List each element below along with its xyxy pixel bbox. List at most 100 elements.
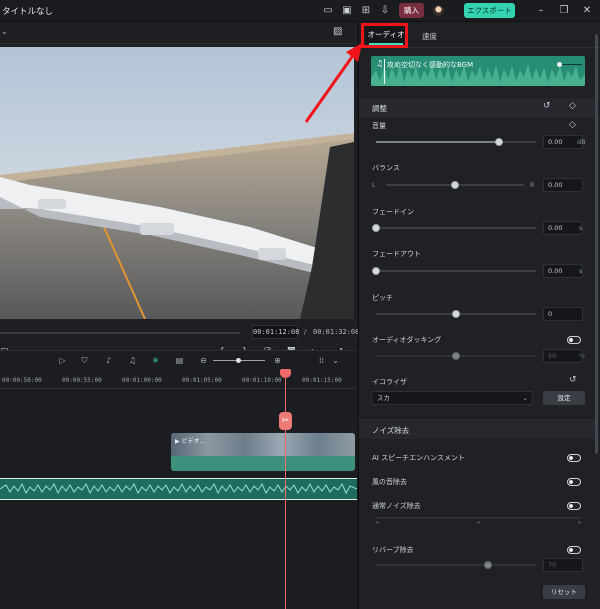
playhead-handle[interactable]: [280, 369, 291, 378]
ducking-toggle[interactable]: [567, 336, 581, 344]
chevron-down-icon[interactable]: ⌄: [1, 27, 8, 36]
fade-out-slider[interactable]: [376, 270, 536, 272]
music-name: 攻め空切なく感動的なBGM: [387, 61, 474, 69]
fade-in-slider-knob[interactable]: [372, 224, 380, 232]
pitch-label: ピッチ: [372, 294, 393, 302]
music-playhead: [384, 59, 385, 84]
playhead-line[interactable]: [285, 372, 286, 609]
ai-speech-toggle[interactable]: [567, 454, 581, 462]
timeline-toolbar: ▷ ⛉ ♪ ♫ ✳ ▤ ⊖ ⊕ ⁞⁞ ⌄: [0, 351, 357, 371]
fade-out-value[interactable]: 0.00: [543, 264, 583, 278]
volume-slider-knob[interactable]: [495, 138, 504, 146]
ruler-label: 00:01:15:00: [302, 377, 342, 384]
audio-track[interactable]: [0, 478, 358, 500]
audio-waveform: [0, 482, 358, 495]
zoom-out-icon[interactable]: ⊖: [198, 355, 209, 366]
caption-icon[interactable]: ▤: [174, 355, 185, 366]
grid-dots-icon[interactable]: ⁞⁞: [316, 355, 327, 366]
keyframe-icon[interactable]: ◇: [569, 101, 576, 111]
fade-out-slider-knob[interactable]: [372, 267, 380, 275]
export-label: エクスポート: [467, 6, 512, 15]
equalizer-label: イコライザ: [372, 378, 407, 386]
current-time: 00:01:12:08: [252, 325, 299, 339]
grid-icon[interactable]: ⊞: [360, 5, 372, 17]
fade-in-unit: s: [579, 224, 583, 232]
tab-speed[interactable]: 速度: [422, 31, 437, 42]
reverb-value[interactable]: 70: [543, 558, 583, 572]
equalizer-select[interactable]: スカ ⌄: [371, 391, 533, 405]
reverb-toggle[interactable]: [567, 546, 581, 554]
volume-unit: dB: [577, 138, 586, 146]
panel-scrollbar[interactable]: [595, 34, 598, 454]
fade-out-label: フェードアウト: [372, 250, 421, 258]
time-ruler[interactable]: 00:00:50:00 00:00:55:00 00:01:00:00 00:0…: [0, 373, 357, 389]
ducking-label: オーディオダッキング: [372, 336, 442, 344]
scrub-bar[interactable]: [0, 332, 240, 334]
download-icon[interactable]: ⇩: [379, 5, 391, 17]
normal-noise-slider[interactable]: [376, 517, 581, 519]
app-title: タイトルなし: [2, 7, 54, 17]
reverb-slider-knob[interactable]: [484, 561, 492, 569]
clip-label: ▶ ビデオ...: [175, 438, 206, 445]
reverb-label: リバーブ除去: [372, 546, 414, 554]
normal-noise-ticks: [376, 521, 581, 529]
save-icon[interactable]: ▣: [341, 5, 353, 17]
fade-in-label: フェードイン: [372, 208, 414, 216]
fade-in-value[interactable]: 0.00: [543, 221, 583, 235]
pitch-slider-knob[interactable]: [452, 310, 460, 318]
balance-right-label: R: [530, 181, 535, 189]
ai-speech-label: AI スピーチエンハンスメント: [372, 454, 465, 462]
clip-name: ビデオ...: [181, 438, 206, 445]
music-clip-card[interactable]: ♫ 攻め空切なく感動的なBGM: [371, 56, 585, 86]
export-button[interactable]: エクスポート ⌄: [464, 3, 515, 30]
volume-label: 音量: [372, 122, 386, 130]
buy-button[interactable]: 購入: [399, 3, 424, 18]
adjust-section-header[interactable]: 調整 ↺ ◇: [359, 98, 597, 118]
volume-slider-fill: [376, 141, 500, 143]
reverb-slider[interactable]: [376, 564, 536, 566]
wind-toggle[interactable]: [567, 478, 581, 486]
chevron-down-icon: ⌄: [522, 394, 528, 402]
close-icon[interactable]: ✕: [581, 5, 593, 17]
maximize-icon[interactable]: ❐: [558, 5, 570, 17]
monitor-icon[interactable]: ▭: [322, 5, 334, 17]
ducking-value[interactable]: 50: [543, 349, 583, 363]
total-time: 00:01:32:08: [313, 328, 360, 336]
balance-value[interactable]: 0.00: [543, 178, 583, 192]
reset-button[interactable]: リセット: [543, 585, 585, 599]
shield-icon[interactable]: ⛉: [79, 355, 90, 366]
reset-icon[interactable]: ↺: [543, 101, 551, 111]
balance-slider-knob[interactable]: [451, 181, 459, 189]
noise-section-header[interactable]: ノイズ除去: [359, 419, 597, 439]
ruler-label: 00:00:55:00: [62, 377, 102, 384]
magnet-icon[interactable]: ✳: [150, 355, 161, 366]
minimize-icon[interactable]: –: [535, 5, 547, 17]
ducking-unit: %: [579, 352, 586, 360]
ducking-slider-knob[interactable]: [452, 352, 460, 360]
fade-out-unit: s: [579, 267, 583, 275]
zoom-knob[interactable]: [236, 358, 241, 363]
video-clip[interactable]: ▶ ビデオ...: [171, 433, 355, 471]
volume-line: [562, 64, 582, 65]
normal-noise-toggle[interactable]: [567, 502, 581, 510]
microphone-icon[interactable]: ♪: [103, 355, 114, 366]
reset-icon[interactable]: ↺: [569, 375, 577, 385]
normal-noise-label: 通常ノイズ除去: [372, 502, 421, 510]
avatar[interactable]: [433, 5, 444, 16]
image-icon[interactable]: ▨: [333, 26, 342, 37]
keyframe-icon[interactable]: ◇: [569, 120, 576, 130]
red-arrow: [304, 43, 362, 123]
noise-title: ノイズ除去: [372, 426, 410, 435]
property-panel: オーディオ 速度 ♫ 攻め空切なく感動的なBGM 調整 ↺ ◇ 音量 ◇ 0.0…: [358, 22, 600, 609]
chevron-down-icon[interactable]: ⌄: [330, 355, 341, 366]
play-circle-icon[interactable]: ▷: [57, 355, 68, 366]
scissors-icon[interactable]: ✂: [279, 412, 292, 430]
ruler-label: 00:01:10:00: [242, 377, 282, 384]
zoom-in-icon[interactable]: ⊕: [272, 355, 283, 366]
equalizer-preset: スカ: [377, 394, 390, 402]
fade-in-slider[interactable]: [376, 227, 536, 229]
music-note-icon[interactable]: ♫: [127, 355, 138, 366]
equalizer-setting-button[interactable]: 設定: [543, 391, 585, 405]
pitch-value[interactable]: 0: [543, 307, 583, 321]
balance-left-label: L: [372, 181, 376, 189]
